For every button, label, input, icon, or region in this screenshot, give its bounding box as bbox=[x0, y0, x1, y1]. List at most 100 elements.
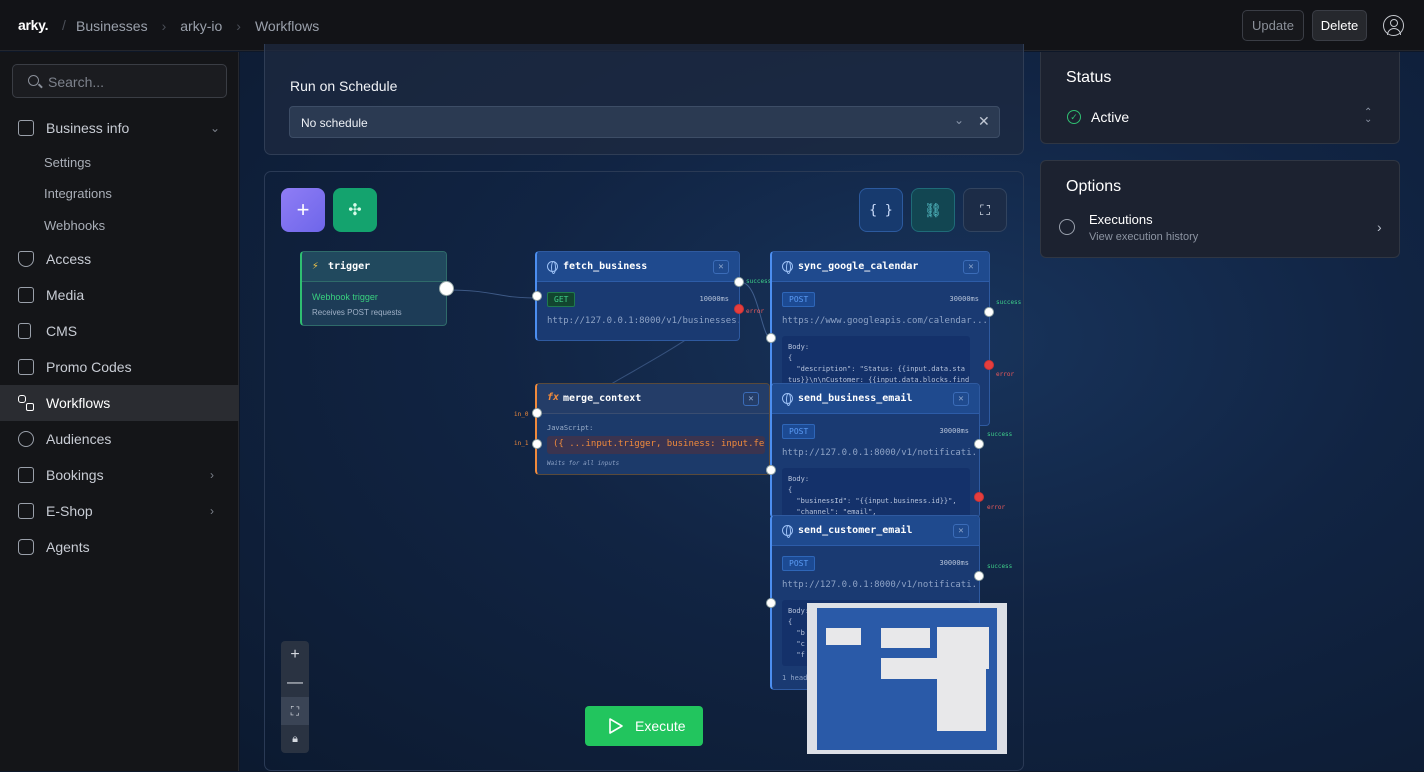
success-port-label: success bbox=[987, 563, 1013, 570]
input-port[interactable] bbox=[766, 598, 776, 608]
sidebar-item-cms[interactable]: CMS bbox=[0, 313, 239, 349]
method-badge: POST bbox=[782, 292, 816, 307]
execute-button[interactable]: Execute bbox=[585, 706, 703, 746]
lock-button[interactable]: 🔒︎ bbox=[281, 725, 309, 753]
sidebar-item-media[interactable]: Media bbox=[0, 277, 239, 313]
chevron-right-icon[interactable]: › bbox=[1377, 219, 1382, 235]
sidebar-item-label: Workflows bbox=[46, 395, 111, 411]
json-button[interactable]: { } bbox=[859, 188, 903, 232]
send-business-email-node[interactable]: send_business_email ✕ POST 30000ms http:/… bbox=[770, 383, 980, 518]
search-input[interactable]: Search... bbox=[12, 64, 227, 98]
minus-icon: — bbox=[287, 674, 303, 691]
sidebar-subitem-integrations[interactable]: Integrations bbox=[44, 186, 112, 201]
fit-view-icon: ⛶ bbox=[290, 703, 300, 718]
sidebar-subitem-settings[interactable]: Settings bbox=[44, 155, 91, 170]
minimap[interactable] bbox=[807, 603, 1007, 754]
trigger-node[interactable]: ⚡ trigger Webhook trigger Receives POST … bbox=[300, 251, 447, 326]
input-port-1[interactable] bbox=[532, 439, 542, 449]
executions-title[interactable]: Executions bbox=[1089, 212, 1153, 227]
plus-icon: + bbox=[296, 197, 310, 222]
calendar-icon bbox=[18, 467, 34, 483]
sidebar-item-e-shop[interactable]: E-Shop › bbox=[0, 493, 239, 529]
error-port-label: error bbox=[996, 371, 1015, 378]
zoom-out-button[interactable]: — bbox=[281, 669, 309, 697]
success-port[interactable] bbox=[734, 277, 744, 287]
sidebar-item-label: Access bbox=[46, 251, 92, 267]
sidebar-item-label: Bookings bbox=[46, 467, 104, 483]
error-port[interactable] bbox=[974, 492, 984, 502]
update-button[interactable]: Update bbox=[1242, 10, 1304, 41]
link-icon: ⛓ bbox=[924, 201, 942, 218]
sidebar-item-access[interactable]: Access bbox=[0, 241, 239, 277]
users-icon bbox=[18, 431, 34, 447]
close-icon[interactable]: ✕ bbox=[963, 260, 979, 274]
execute-label: Execute bbox=[635, 718, 686, 734]
sidebar-item-label: Audiences bbox=[46, 431, 112, 447]
chevron-down-icon: ⌄ bbox=[954, 113, 965, 127]
input-port-0[interactable] bbox=[532, 408, 542, 418]
close-icon[interactable]: ✕ bbox=[953, 392, 969, 406]
sidebar-item-workflows[interactable]: Workflows bbox=[0, 385, 239, 421]
breadcrumb-workflows[interactable]: Workflows bbox=[255, 18, 319, 34]
error-port-label: error bbox=[987, 504, 1006, 511]
close-icon[interactable]: ✕ bbox=[743, 392, 759, 406]
success-port[interactable] bbox=[974, 439, 984, 449]
plugins-button[interactable]: ✣ bbox=[333, 188, 377, 232]
close-icon[interactable]: ✕ bbox=[953, 524, 969, 538]
schedule-select[interactable]: No schedule ⌄ ✕ bbox=[289, 106, 1000, 138]
fullscreen-button[interactable]: ⛶ bbox=[963, 188, 1007, 232]
search-placeholder: Search... bbox=[48, 74, 105, 90]
status-value[interactable]: Active bbox=[1091, 109, 1129, 125]
schedule-value: No schedule bbox=[301, 116, 368, 130]
success-port[interactable] bbox=[974, 571, 984, 581]
chevron-updown-icon[interactable]: ⌃ ⌄ bbox=[1364, 108, 1372, 125]
trigger-output-port[interactable] bbox=[439, 281, 454, 296]
minimap-node bbox=[881, 628, 930, 648]
sidebar-item-promo-codes[interactable]: Promo Codes bbox=[0, 349, 239, 385]
breadcrumb-arky-io[interactable]: arky-io bbox=[180, 18, 222, 34]
fetch-business-node[interactable]: fetch_business ✕ GET 10000ms http://127.0… bbox=[535, 251, 740, 341]
minimap-node bbox=[881, 658, 938, 679]
minimap-node bbox=[937, 627, 989, 669]
error-port[interactable] bbox=[984, 360, 994, 370]
method-badge: GET bbox=[547, 292, 576, 307]
in-0-label: in_0 bbox=[514, 411, 529, 418]
check-circle-icon: ✓ bbox=[1067, 110, 1081, 124]
node-title: merge_context bbox=[563, 393, 642, 404]
sidebar-item-business-info[interactable]: Business info ⌄ bbox=[0, 110, 239, 146]
input-port[interactable] bbox=[766, 465, 776, 475]
function-icon: fx bbox=[547, 392, 560, 403]
brand-logo[interactable]: arky. bbox=[18, 17, 48, 33]
sidebar-item-bookings[interactable]: Bookings › bbox=[0, 457, 239, 493]
input-port[interactable] bbox=[766, 333, 776, 343]
merge-context-node[interactable]: fx merge_context ✕ JavaScript: ({ ...input… bbox=[535, 383, 770, 475]
chevron-right-icon: › bbox=[210, 504, 214, 518]
timeout-label: 30000ms bbox=[939, 559, 969, 567]
building-icon bbox=[18, 120, 34, 136]
success-port[interactable] bbox=[984, 307, 994, 317]
chevron-right-icon: › bbox=[161, 18, 167, 34]
breadcrumb-businesses[interactable]: Businesses bbox=[76, 18, 148, 34]
node-title: send_customer_email bbox=[798, 525, 913, 536]
zoom-in-button[interactable]: + bbox=[281, 641, 309, 669]
link-button[interactable]: ⛓ bbox=[911, 188, 955, 232]
timeout-label: 10000ms bbox=[699, 295, 729, 303]
play-icon-svg bbox=[609, 718, 623, 734]
wait-note: Waits for all inputs bbox=[547, 460, 620, 467]
fit-view-button[interactable]: ⛶ bbox=[281, 697, 309, 725]
clear-icon[interactable]: ✕ bbox=[978, 113, 990, 130]
close-icon[interactable]: ✕ bbox=[713, 260, 729, 274]
add-node-button[interactable]: + bbox=[281, 188, 325, 232]
error-port[interactable] bbox=[734, 304, 744, 314]
sidebar-item-label: Agents bbox=[46, 539, 90, 555]
workflow-icon-part bbox=[26, 403, 34, 411]
edge bbox=[446, 289, 539, 299]
options-panel: Options Executions View execution histor… bbox=[1040, 160, 1400, 258]
sidebar-item-audiences[interactable]: Audiences bbox=[0, 421, 239, 457]
delete-button[interactable]: Delete bbox=[1312, 10, 1367, 41]
input-port[interactable] bbox=[532, 291, 542, 301]
sidebar-item-agents[interactable]: Agents bbox=[0, 529, 239, 565]
code-preview: ({ ...input.trigger, business: input.fet… bbox=[547, 436, 765, 454]
sidebar-subitem-webhooks[interactable]: Webhooks bbox=[44, 218, 105, 233]
user-avatar-icon[interactable] bbox=[1383, 15, 1404, 36]
